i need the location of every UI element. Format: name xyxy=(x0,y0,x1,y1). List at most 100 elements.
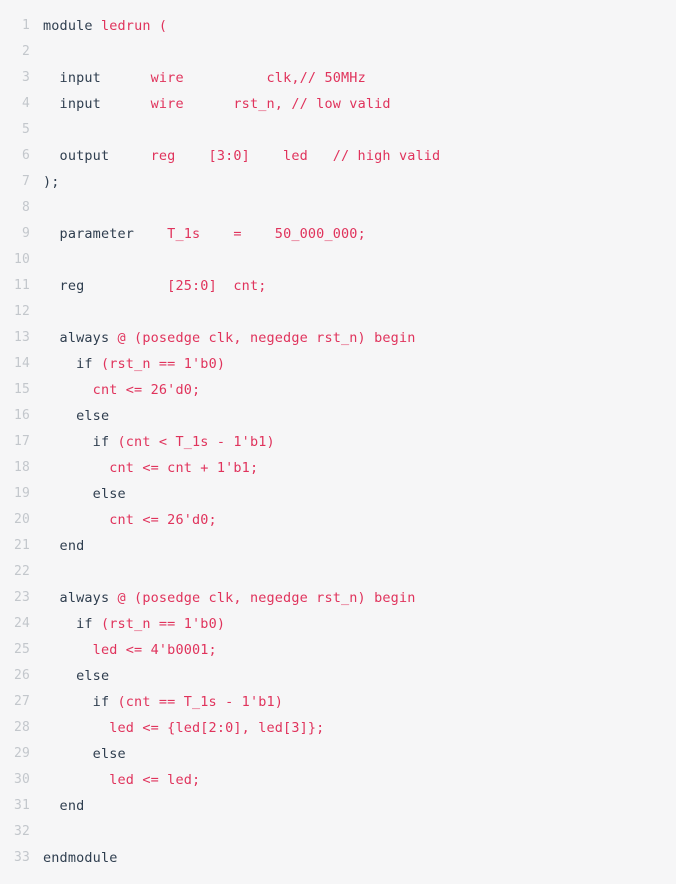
code-token: led <= {led[2:0], led[3]}; xyxy=(43,720,325,736)
code-line[interactable]: 25 led <= 4'b0001; xyxy=(0,637,676,663)
code-token: led <= 4'b0001; xyxy=(43,642,217,658)
line-content[interactable]: led <= led; xyxy=(30,767,200,793)
line-number: 2 xyxy=(21,44,30,59)
code-line[interactable]: 29 else xyxy=(0,741,676,767)
line-content[interactable]: if (rst_n == 1'b0) xyxy=(30,611,225,637)
line-content[interactable]: else xyxy=(30,403,109,429)
code-line[interactable]: 6 output reg [3:0] led // high valid xyxy=(0,143,676,169)
line-content[interactable]: end xyxy=(30,793,85,819)
code-line-list: 1 module ledrun ( 2 3 input wire clk,// 50M… xyxy=(0,13,676,871)
code-token: end xyxy=(43,538,85,554)
code-token: always xyxy=(43,590,118,606)
code-token: else xyxy=(43,746,126,762)
code-line[interactable]: 20 cnt <= 26'd0; xyxy=(0,507,676,533)
line-number: 6 xyxy=(21,148,30,163)
line-content[interactable]: led <= {led[2:0], led[3]}; xyxy=(30,715,324,741)
code-line[interactable]: 28 led <= {led[2:0], led[3]}; xyxy=(0,715,676,741)
code-token: cnt <= 26'd0; xyxy=(43,512,217,528)
code-token: parameter xyxy=(43,226,151,242)
code-line[interactable]: 8 xyxy=(0,195,676,221)
code-line[interactable]: 7); xyxy=(0,169,676,195)
code-line[interactable]: 15 cnt <= 26'd0; xyxy=(0,377,676,403)
line-number: 28 xyxy=(13,720,30,735)
line-content[interactable]: input wire clk,// 50MHz xyxy=(30,65,366,91)
code-line[interactable]: 14 if (rst_n == 1'b0) xyxy=(0,351,676,377)
code-viewer[interactable]: 1 module ledrun ( 2 3 input wire clk,// 50M… xyxy=(0,0,676,884)
line-number: 8 xyxy=(21,200,30,215)
code-line[interactable]: 26 else xyxy=(0,663,676,689)
line-content[interactable]: else xyxy=(30,481,126,507)
code-line[interactable]: 21 end xyxy=(0,533,676,559)
line-content[interactable]: else xyxy=(30,663,109,689)
code-token: cnt <= cnt + 1'b1; xyxy=(43,460,259,476)
line-number: 18 xyxy=(13,460,30,475)
code-line[interactable]: 18 cnt <= cnt + 1'b1; xyxy=(0,455,676,481)
code-line[interactable]: 4 input wire rst_n, // low valid xyxy=(0,91,676,117)
line-content[interactable]: output reg [3:0] led // high valid xyxy=(30,143,441,169)
code-line[interactable]: 27 if (cnt == T_1s - 1'b1) xyxy=(0,689,676,715)
code-token: if xyxy=(43,694,118,710)
code-line[interactable]: 30 led <= led; xyxy=(0,767,676,793)
line-number: 11 xyxy=(13,278,30,293)
line-number: 31 xyxy=(13,798,30,813)
line-number: 20 xyxy=(13,512,30,527)
line-content[interactable]: if (cnt < T_1s - 1'b1) xyxy=(30,429,275,455)
line-number: 22 xyxy=(13,564,30,579)
line-number: 33 xyxy=(13,850,30,865)
line-number: 5 xyxy=(21,122,30,137)
line-number: 32 xyxy=(13,824,30,839)
code-token: module xyxy=(43,18,101,34)
code-line[interactable]: 17 if (cnt < T_1s - 1'b1) xyxy=(0,429,676,455)
line-content[interactable]: endmodule xyxy=(30,845,118,871)
code-line[interactable]: 32 xyxy=(0,819,676,845)
line-content[interactable]: ); xyxy=(30,169,60,195)
line-content[interactable]: else xyxy=(30,741,126,767)
code-token: led <= led; xyxy=(43,772,201,788)
code-line[interactable]: 22 xyxy=(0,559,676,585)
line-number: 19 xyxy=(13,486,30,501)
code-token: output xyxy=(43,148,135,164)
line-content[interactable]: always @ (posedge clk, negedge rst_n) be… xyxy=(30,585,416,611)
code-line[interactable]: 19 else xyxy=(0,481,676,507)
line-content[interactable]: end xyxy=(30,533,85,559)
code-line[interactable]: 24 if (rst_n == 1'b0) xyxy=(0,611,676,637)
code-line[interactable]: 16 else xyxy=(0,403,676,429)
code-token: endmodule xyxy=(43,850,118,866)
code-token: input xyxy=(43,96,151,112)
line-content[interactable]: module ledrun ( xyxy=(30,13,167,39)
code-line[interactable]: 10 xyxy=(0,247,676,273)
line-number: 26 xyxy=(13,668,30,683)
line-content[interactable]: cnt <= 26'd0; xyxy=(30,507,217,533)
line-content[interactable]: cnt <= cnt + 1'b1; xyxy=(30,455,258,481)
line-content[interactable]: cnt <= 26'd0; xyxy=(30,377,200,403)
code-line[interactable]: 11 reg [25:0] cnt; xyxy=(0,273,676,299)
code-token: @ (posedge clk, negedge rst_n) begin xyxy=(117,330,416,346)
line-content[interactable]: parameter T_1s = 50_000_000; xyxy=(30,221,366,247)
code-line[interactable]: 12 xyxy=(0,299,676,325)
line-number: 12 xyxy=(13,304,30,319)
code-token: (cnt == T_1s - 1'b1) xyxy=(117,694,284,710)
line-content[interactable]: reg [25:0] cnt; xyxy=(30,273,267,299)
code-line[interactable]: 33 endmodule xyxy=(0,845,676,871)
code-line[interactable]: 23 always @ (posedge clk, negedge rst_n)… xyxy=(0,585,676,611)
code-line[interactable]: 13 always @ (posedge clk, negedge rst_n)… xyxy=(0,325,676,351)
line-content[interactable]: input wire rst_n, // low valid xyxy=(30,91,391,117)
code-token: (cnt < T_1s - 1'b1) xyxy=(117,434,275,450)
line-content[interactable]: always @ (posedge clk, negedge rst_n) be… xyxy=(30,325,416,351)
code-token: always xyxy=(43,330,118,346)
code-line[interactable]: 1 module ledrun ( xyxy=(0,13,676,39)
code-token: reg xyxy=(43,278,151,294)
line-number: 16 xyxy=(13,408,30,423)
code-token: (rst_n == 1'b0) xyxy=(100,616,226,632)
code-token: input xyxy=(43,70,151,86)
line-number: 27 xyxy=(13,694,30,709)
line-content[interactable]: if (rst_n == 1'b0) xyxy=(30,351,225,377)
line-content[interactable]: led <= 4'b0001; xyxy=(30,637,217,663)
line-content[interactable]: if (cnt == T_1s - 1'b1) xyxy=(30,689,283,715)
code-token: @ (posedge clk, negedge rst_n) begin xyxy=(117,590,416,606)
code-line[interactable]: 3 input wire clk,// 50MHz xyxy=(0,65,676,91)
code-line[interactable]: 31 end xyxy=(0,793,676,819)
code-line[interactable]: 9 parameter T_1s = 50_000_000; xyxy=(0,221,676,247)
code-line[interactable]: 5 xyxy=(0,117,676,143)
code-line[interactable]: 2 xyxy=(0,39,676,65)
